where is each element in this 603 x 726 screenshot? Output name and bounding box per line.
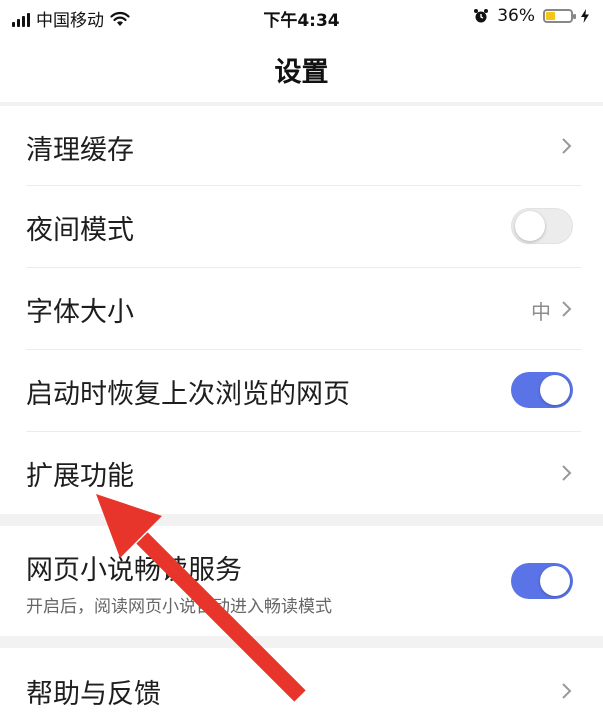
section-divider [0, 636, 603, 648]
status-right: 36% [473, 6, 589, 26]
battery-percent: 36% [497, 6, 535, 26]
toggle-knob [540, 375, 570, 405]
setting-clear-cache[interactable]: 清理缓存 [0, 106, 603, 186]
alarm-icon [474, 9, 489, 23]
clear-cache-label: 清理缓存 [26, 135, 134, 166]
chevron-right-icon [562, 683, 572, 699]
section-divider [0, 514, 603, 526]
setting-novel-reader: 网页小说畅读服务 开启后，阅读网页小说自动进入畅读模式 [0, 526, 603, 636]
restore-pages-label: 启动时恢复上次浏览的网页 [26, 379, 350, 410]
font-size-label: 字体大小 [26, 297, 134, 328]
chevron-right-icon [562, 465, 572, 481]
battery-icon [543, 9, 576, 23]
charging-icon [581, 9, 589, 23]
night-mode-toggle[interactable] [511, 208, 573, 244]
novel-reader-label: 网页小说畅读服务 [26, 555, 242, 586]
page-title: 设置 [274, 57, 329, 88]
chevron-right-icon [562, 138, 572, 154]
status-bar: 中国移动 下午4:34 36% [0, 0, 603, 34]
novel-reader-description: 开启后，阅读网页小说自动进入畅读模式 [26, 597, 332, 617]
restore-pages-toggle[interactable] [511, 372, 573, 408]
setting-font-size[interactable]: 字体大小 中 [0, 268, 603, 350]
extensions-label: 扩展功能 [26, 461, 134, 492]
night-mode-label: 夜间模式 [26, 215, 134, 246]
setting-restore-pages: 启动时恢复上次浏览的网页 [0, 350, 603, 432]
chevron-right-icon [562, 301, 572, 317]
help-feedback-label: 帮助与反馈 [26, 679, 161, 710]
toggle-knob [540, 566, 570, 596]
toggle-knob [515, 211, 545, 241]
novel-reader-toggle[interactable] [511, 563, 573, 599]
setting-help-feedback[interactable]: 帮助与反馈 [0, 648, 603, 726]
setting-night-mode: 夜间模式 [0, 186, 603, 268]
battery-fill [546, 12, 555, 20]
setting-extensions[interactable]: 扩展功能 [0, 432, 603, 514]
nav-bar: 设置 [0, 34, 603, 102]
font-size-value: 中 [531, 300, 551, 324]
